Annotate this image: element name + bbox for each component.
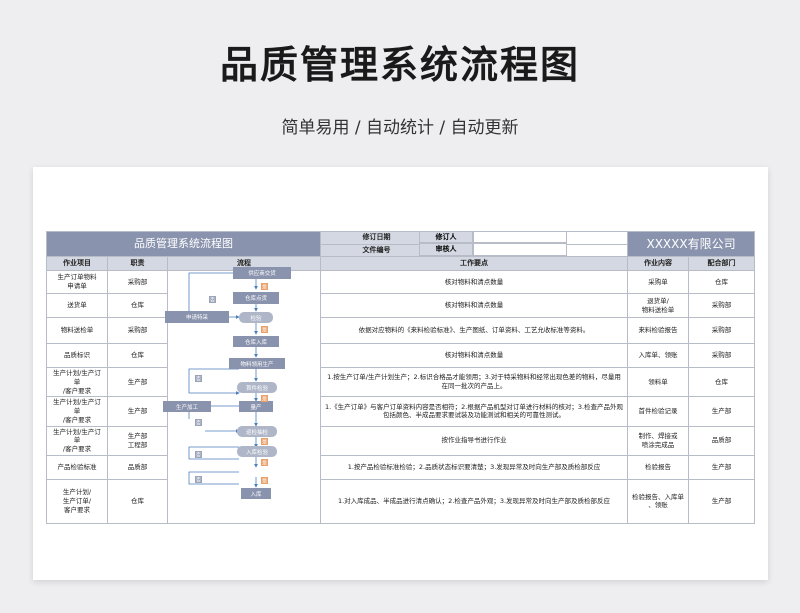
row-item: 生产订单物料 申请单 xyxy=(46,270,108,294)
flow-no-5: 否 xyxy=(196,478,201,484)
row-item: 送货单 xyxy=(46,293,108,318)
row-item: 物料送检单 xyxy=(46,317,108,344)
row-dept: 品质部 xyxy=(688,425,756,456)
doc-no-label: 文件编号 xyxy=(320,243,434,257)
flow-node-inspection: 检验 xyxy=(250,314,262,322)
row-dept: 生产部 xyxy=(688,454,756,480)
flow-no-2: 否 xyxy=(196,377,201,383)
row-req: 依据对应物料的《来料检验标准》、生产图纸、订单资料、工艺允收标准等资料。 xyxy=(320,317,629,344)
row-req: 1.对入库成品、半成品进行清点确认；2.检查产品外观；3.发现异常及时向生产部及… xyxy=(320,478,629,524)
row-content: 检验报告 xyxy=(627,454,690,480)
row-content: 来料检验报告 xyxy=(627,317,690,344)
row-req: 核对物料和清点数量 xyxy=(320,293,629,318)
flow-node-patrol-check: 巡检抽检 xyxy=(246,428,269,436)
reviser-label: 修订人 xyxy=(419,231,473,243)
row-req: 1.按生产订单/生产计划生产；2.标识合格品才能领用；3.对于特采物料和经常出现… xyxy=(320,366,629,398)
row-item: 生产计划/生产订单/客户要求 xyxy=(46,396,108,427)
flow-node-entry-check: 入库检验 xyxy=(246,448,269,456)
row-req: 按作业指导书进行作业 xyxy=(320,425,629,456)
flow-no-3: 否 xyxy=(196,421,201,427)
reviser-value[interactable] xyxy=(473,231,567,243)
row-content: 入库单、领账 xyxy=(627,343,690,368)
flow-node-storage: 入库 xyxy=(250,490,262,498)
sheet-card: 品质管理系统流程图 修订日期 XXXXX有限公司 文件编号 作业项目 职责 流程… xyxy=(33,167,768,580)
row-req: 1.按产品检验标准检验；2.品质状态标识要清楚；3.发现异常及时向生产部及质检部… xyxy=(320,454,629,480)
flow-node-special-request: 申请特采 xyxy=(186,313,209,321)
row-item: 产品检验标准 xyxy=(46,454,108,480)
row-dept: 生产部 xyxy=(688,478,756,524)
page-subtitle: 简单易用 / 自动统计 / 自动更新 xyxy=(281,118,519,138)
col-req: 工作要点 xyxy=(320,256,629,271)
approver-label: 审核人 xyxy=(419,243,473,256)
row-item: 生产计划/生产订单/客户要求 xyxy=(46,425,108,456)
flow-yes-6: 是 xyxy=(262,479,267,485)
flow-node-processing: 生产加工 xyxy=(176,403,199,411)
sheet-title: 品质管理系统流程图 xyxy=(45,231,322,257)
row-content: 退货单/物料送检单 xyxy=(627,293,690,318)
row-dept: 采购部 xyxy=(688,343,756,368)
row-req: 1.《生产订单》与客户订单资料内容是否相符；2.根据产品机型对订单进行材料的核对… xyxy=(320,396,629,427)
row-content: 领料单 xyxy=(627,366,690,398)
row-dept: 采购部 xyxy=(688,317,756,344)
flow-no-1: 否 xyxy=(210,298,215,304)
col-content: 作业内容 xyxy=(627,256,690,271)
flow-node-supplier: 供应商交货 xyxy=(248,269,276,277)
revise-date-label: 修订日期 xyxy=(320,231,434,245)
row-item: 生产计划/生产订单/客户要求 xyxy=(46,478,108,524)
flow-yes-5: 是 xyxy=(262,461,267,467)
flow-yes-3: 是 xyxy=(262,397,267,403)
flow-node-first-check: 首件检验 xyxy=(246,384,269,392)
row-req: 核对物料和清点数量 xyxy=(320,343,629,368)
row-content: 制作、焊接或 喷涂完成品 xyxy=(627,425,690,456)
flow-yes-1: 是 xyxy=(262,285,267,291)
page-title: 品质管理系统流程图 xyxy=(219,43,580,87)
approver-value[interactable] xyxy=(473,243,567,256)
flow-yes-2: 是 xyxy=(262,328,267,334)
flow-node-material-use: 物料领用生产 xyxy=(240,360,274,368)
row-item: 生产计划/生产订单/客户要求 xyxy=(46,366,108,398)
col-dept: 配合部门 xyxy=(688,256,756,271)
row-content: 检验报告、入库单 、领账 xyxy=(627,478,690,524)
row-dept: 采购部 xyxy=(688,293,756,318)
col-item: 作业项目 xyxy=(46,256,108,271)
flow-node-mass-production: 量产 xyxy=(250,403,262,411)
row-content: 采购单 xyxy=(627,270,690,294)
flow-yes-4: 是 xyxy=(262,440,267,446)
flow-no-4: 否 xyxy=(196,453,201,459)
row-item: 品质标识 xyxy=(46,343,108,368)
row-req: 核对物料和清点数量 xyxy=(320,270,629,294)
row-dept: 仓库 xyxy=(688,366,756,398)
company-name: XXXXX有限公司 xyxy=(627,231,756,257)
flow-node-warehouse-check: 仓库点货 xyxy=(245,294,268,302)
flowchart: 供应商交货 仓库点货 申请特采 检验 仓库入库 物料领用生产 首件检验 生产加工… xyxy=(163,267,291,499)
row-content: 首件检验记录 xyxy=(627,396,690,427)
row-dept: 仓库 xyxy=(688,270,756,294)
flow-node-warehouse-in: 仓库入库 xyxy=(245,338,268,346)
row-dept: 生产部 xyxy=(688,396,756,427)
